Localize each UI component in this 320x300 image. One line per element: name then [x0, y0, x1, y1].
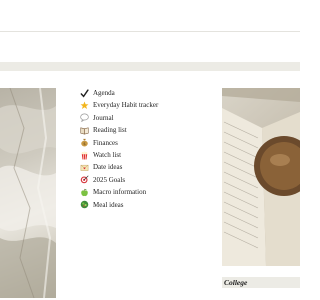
list-item-goals[interactable]: 2025 Goals — [80, 174, 210, 186]
list-item-agenda[interactable]: Agenda — [80, 87, 210, 99]
book-icon — [80, 126, 89, 135]
list-item-reading-list[interactable]: Reading list — [80, 124, 210, 136]
list-item-finances[interactable]: $ Finances — [80, 137, 210, 149]
popcorn-icon — [80, 151, 89, 160]
list-item-label: 2025 Goals — [93, 175, 126, 184]
list-item-date-ideas[interactable]: Date ideas — [80, 161, 210, 173]
love-letter-icon — [80, 163, 89, 172]
list-item-macro-information[interactable]: Macro information — [80, 186, 210, 198]
list-item-label: Everyday Habit tracker — [93, 101, 159, 110]
apple-icon — [80, 188, 89, 197]
list-item-label: Macro information — [93, 188, 147, 197]
list-item-meal-ideas[interactable]: Meal ideas — [80, 199, 210, 211]
dart-icon — [80, 175, 89, 184]
list-item-watch-list[interactable]: Watch list — [80, 149, 210, 161]
speech-bubble-icon — [80, 113, 89, 123]
book-and-coffee-photo — [222, 88, 300, 266]
divider-band — [0, 62, 300, 71]
svg-text:$: $ — [83, 142, 85, 146]
check-mark-icon — [80, 89, 89, 98]
list-item-journal[interactable]: Journal — [80, 112, 210, 124]
list-item-label: Reading list — [93, 126, 127, 135]
list-item-label: Journal — [93, 113, 114, 122]
page-link-list: Agenda Everyday Habit tracker Journal Re… — [80, 87, 210, 211]
list-item-label: Meal ideas — [93, 200, 124, 209]
star-icon — [80, 101, 89, 110]
salad-icon — [80, 200, 89, 209]
money-bag-icon: $ — [80, 138, 89, 147]
list-item-label: Watch list — [93, 150, 122, 159]
section-title: College — [224, 278, 248, 287]
list-item-habit-tracker[interactable]: Everyday Habit tracker — [80, 99, 210, 111]
list-item-label: Finances — [93, 138, 118, 147]
list-item-label: Date ideas — [93, 163, 123, 172]
list-item-label: Agenda — [93, 89, 115, 97]
top-bar — [0, 0, 300, 32]
cozy-bed-photo — [0, 88, 56, 298]
